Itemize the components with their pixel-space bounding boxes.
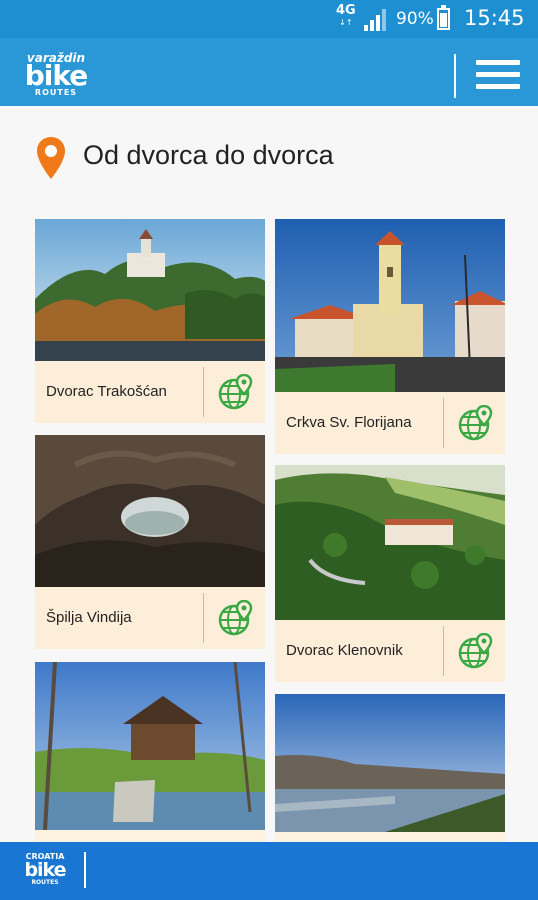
bottom-logo-main-text: bike	[24, 859, 66, 881]
page-title: Od dvorca do dvorca	[83, 140, 334, 170]
app-bar-divider	[454, 54, 456, 98]
bottom-bar	[0, 842, 538, 900]
card-image	[35, 435, 265, 587]
globe-pin-icon[interactable]	[218, 374, 254, 410]
bottom-bar-divider	[84, 852, 86, 888]
card-dvorac-klenovnik[interactable]: Dvorac Klenovnik	[275, 465, 505, 682]
app-logo[interactable]: varaždin bike ROUTES	[20, 52, 92, 100]
menu-icon[interactable]	[476, 60, 520, 90]
card-image	[35, 662, 265, 830]
card-partial-left[interactable]	[35, 662, 265, 842]
signal-icon	[364, 9, 386, 31]
card-crkva-sv-florijana[interactable]: Crkva Sv. Florijana	[275, 219, 505, 454]
card-title: Špilja Vindija	[46, 609, 132, 626]
globe-pin-icon[interactable]	[458, 405, 494, 441]
location-pin-icon	[37, 137, 65, 179]
logo-main-text: bike	[24, 59, 89, 92]
card-spilja-vindija[interactable]: Špilja Vindija	[35, 435, 265, 649]
card-image	[275, 465, 505, 620]
croatia-bike-logo[interactable]: CROATIA bike ROUTES	[20, 852, 70, 886]
card-image	[275, 694, 505, 832]
card-title: Crkva Sv. Florijana	[286, 414, 412, 431]
card-caption: Dvorac Klenovnik	[275, 620, 505, 682]
battery-percent: 90%	[396, 9, 434, 29]
card-dvorac-trakoscan[interactable]: Dvorac Trakošćan	[35, 219, 265, 423]
card-partial-right[interactable]	[275, 694, 505, 842]
network-indicator: 4G ↓↑	[336, 3, 356, 27]
card-title: Dvorac Klenovnik	[286, 642, 403, 659]
status-bar: 4G ↓↑ 90% 15:45	[0, 0, 538, 38]
globe-pin-icon[interactable]	[458, 633, 494, 669]
card-title: Dvorac Trakošćan	[46, 383, 167, 400]
globe-pin-icon[interactable]	[218, 600, 254, 636]
card-caption: Špilja Vindija	[35, 587, 265, 649]
card-caption: Crkva Sv. Florijana	[275, 392, 505, 454]
card-image	[35, 219, 265, 361]
battery-icon	[437, 5, 450, 30]
caption-divider	[443, 626, 444, 676]
card-caption: Dvorac Trakošćan	[35, 361, 265, 423]
caption-divider	[203, 367, 204, 417]
clock: 15:45	[464, 6, 525, 30]
caption-divider	[203, 593, 204, 643]
card-image	[275, 219, 505, 392]
caption-divider	[443, 398, 444, 448]
